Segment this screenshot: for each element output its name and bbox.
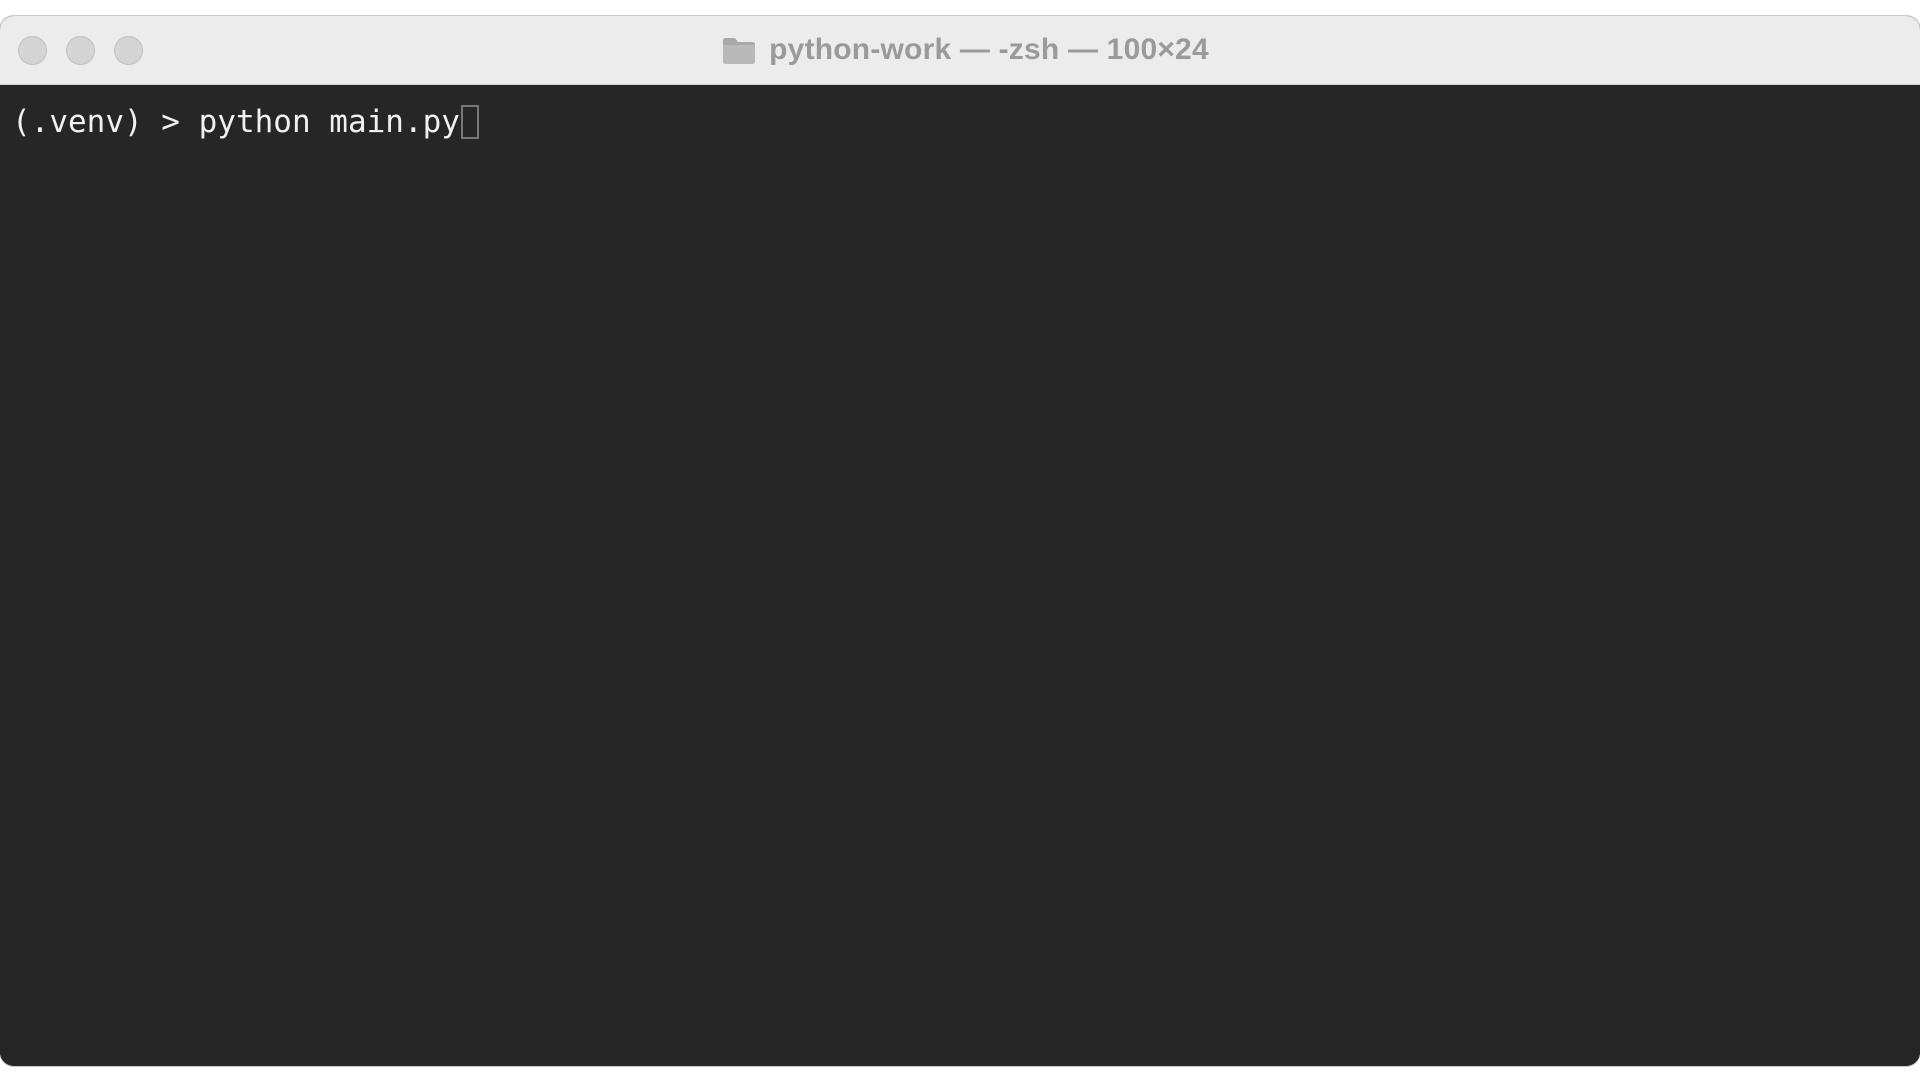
terminal-window: python-work — -zsh — 100×24 (.venv) > py… (0, 16, 1920, 1066)
minimize-button[interactable] (66, 35, 95, 65)
window-controls (18, 34, 143, 66)
command-text[interactable]: python main.py (199, 103, 460, 141)
close-button[interactable] (18, 35, 47, 65)
window-title: python-work — -zsh — 100×24 (721, 33, 1209, 67)
window-title-text: python-work — -zsh — 100×24 (769, 33, 1209, 66)
prompt-text: (.venv) > (12, 104, 199, 140)
command-line[interactable]: (.venv) > python main.py (12, 103, 1908, 141)
terminal-content[interactable]: (.venv) > python main.py (0, 85, 1920, 1066)
folder-icon (721, 34, 757, 66)
text-cursor[interactable] (460, 105, 479, 139)
zoom-button[interactable] (114, 35, 143, 65)
title-bar[interactable]: python-work — -zsh — 100×24 (0, 16, 1920, 85)
